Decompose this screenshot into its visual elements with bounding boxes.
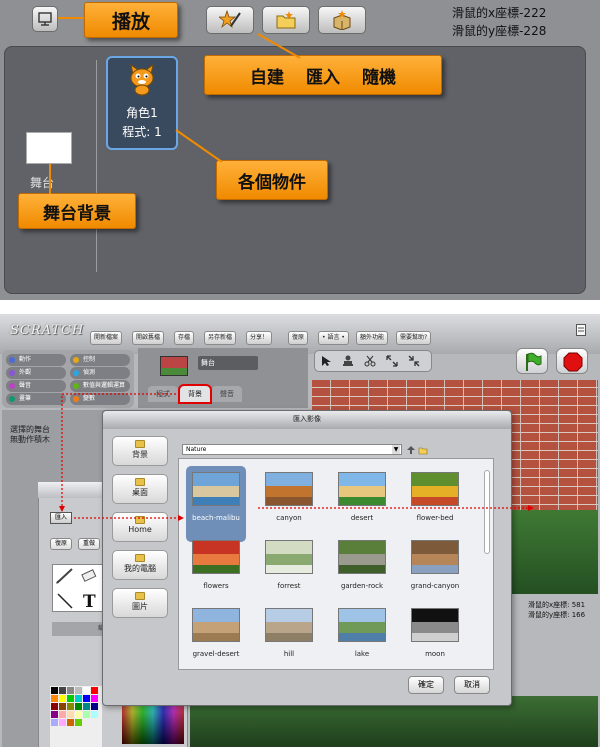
callout-connectors	[49, 17, 301, 194]
red-dotted-arrows	[59, 393, 534, 521]
scratch-editor-screenshot: SCRATCH 開新檔案 開啟舊檔 存檔 另存新檔 分享！ 復原 • 語言 • 額外功能 需要幫…	[0, 314, 600, 747]
sprite-panel-annotated: 播放 滑鼠的x座標-222 滑鼠的y座標-228 角色1 程式: 1 舞台 自建	[0, 0, 600, 300]
